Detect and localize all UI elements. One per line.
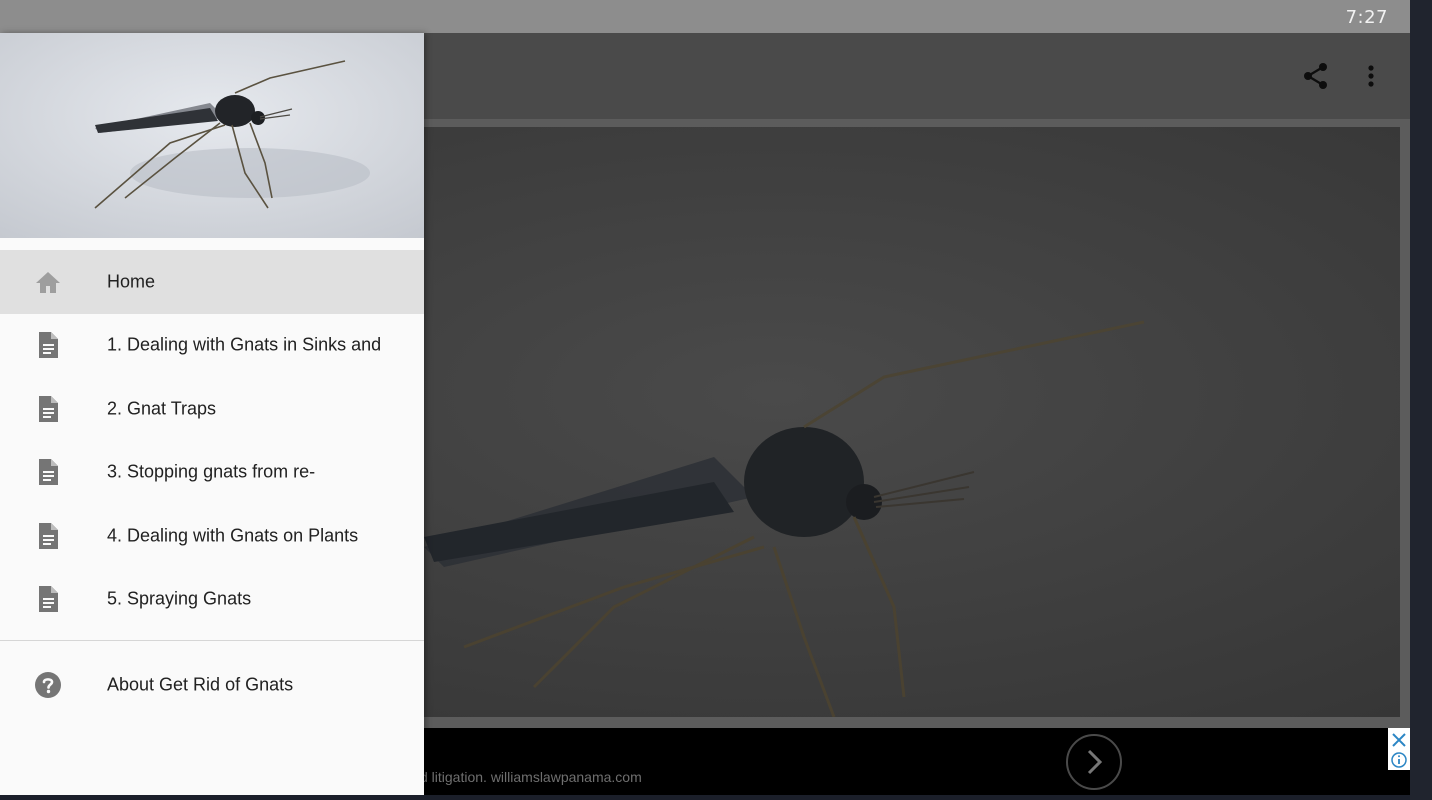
home-icon [34, 268, 62, 296]
drawer-item-dealing-sinks[interactable]: 1. Dealing with Gnats in Sinks and [0, 314, 424, 378]
document-icon [34, 395, 62, 423]
drawer-header-image [0, 33, 424, 238]
drawer-item-stopping-gnats[interactable]: 3. Stopping gnats from re- [0, 441, 424, 505]
more-options-button[interactable] [1354, 58, 1388, 94]
info-icon [1391, 752, 1407, 768]
navigation-drawer: Home 1. Dealing with Gnats in Sinks and [0, 33, 424, 795]
drawer-item-label: About Get Rid of Gnats [107, 674, 294, 695]
share-icon [1304, 63, 1327, 89]
window-frame [1410, 0, 1432, 800]
drawer-item-label: 5. Spraying Gnats [107, 588, 252, 609]
document-icon [34, 522, 62, 550]
document-icon [34, 458, 62, 486]
drawer-item-label: 4. Dealing with Gnats on Plants [107, 525, 359, 546]
drawer-item-spraying-gnats[interactable]: 5. Spraying Gnats [0, 568, 424, 632]
chevron-right-icon [1087, 749, 1103, 775]
document-icon [34, 331, 62, 359]
drawer-item-home[interactable]: Home [0, 250, 424, 314]
ad-close-button[interactable] [1388, 728, 1410, 770]
device-screen: 7:27 d litigation. williamslawpanama.com… [0, 0, 1410, 795]
share-button[interactable] [1296, 58, 1336, 94]
drawer-item-gnat-traps[interactable]: 2. Gnat Traps [0, 377, 424, 441]
status-bar: 7:27 [0, 0, 1410, 33]
drawer-menu: Home 1. Dealing with Gnats in Sinks and [0, 250, 424, 717]
ad-next-button[interactable] [1066, 734, 1122, 790]
drawer-item-label: 1. Dealing with Gnats in Sinks and [107, 334, 382, 355]
drawer-item-label: 3. Stopping gnats from re- [107, 461, 316, 482]
drawer-divider [0, 640, 424, 641]
status-time: 7:27 [1345, 7, 1388, 28]
close-icon [1392, 733, 1406, 747]
document-icon [34, 585, 62, 613]
drawer-item-about[interactable]: About Get Rid of Gnats [0, 653, 424, 717]
more-vert-icon [1368, 65, 1374, 87]
help-icon [34, 671, 62, 699]
drawer-item-gnats-on-plants[interactable]: 4. Dealing with Gnats on Plants [0, 504, 424, 568]
drawer-item-label: Home [107, 271, 156, 292]
ad-text[interactable]: d litigation. williamslawpanama.com [420, 769, 642, 785]
drawer-item-label: 2. Gnat Traps [107, 398, 217, 419]
